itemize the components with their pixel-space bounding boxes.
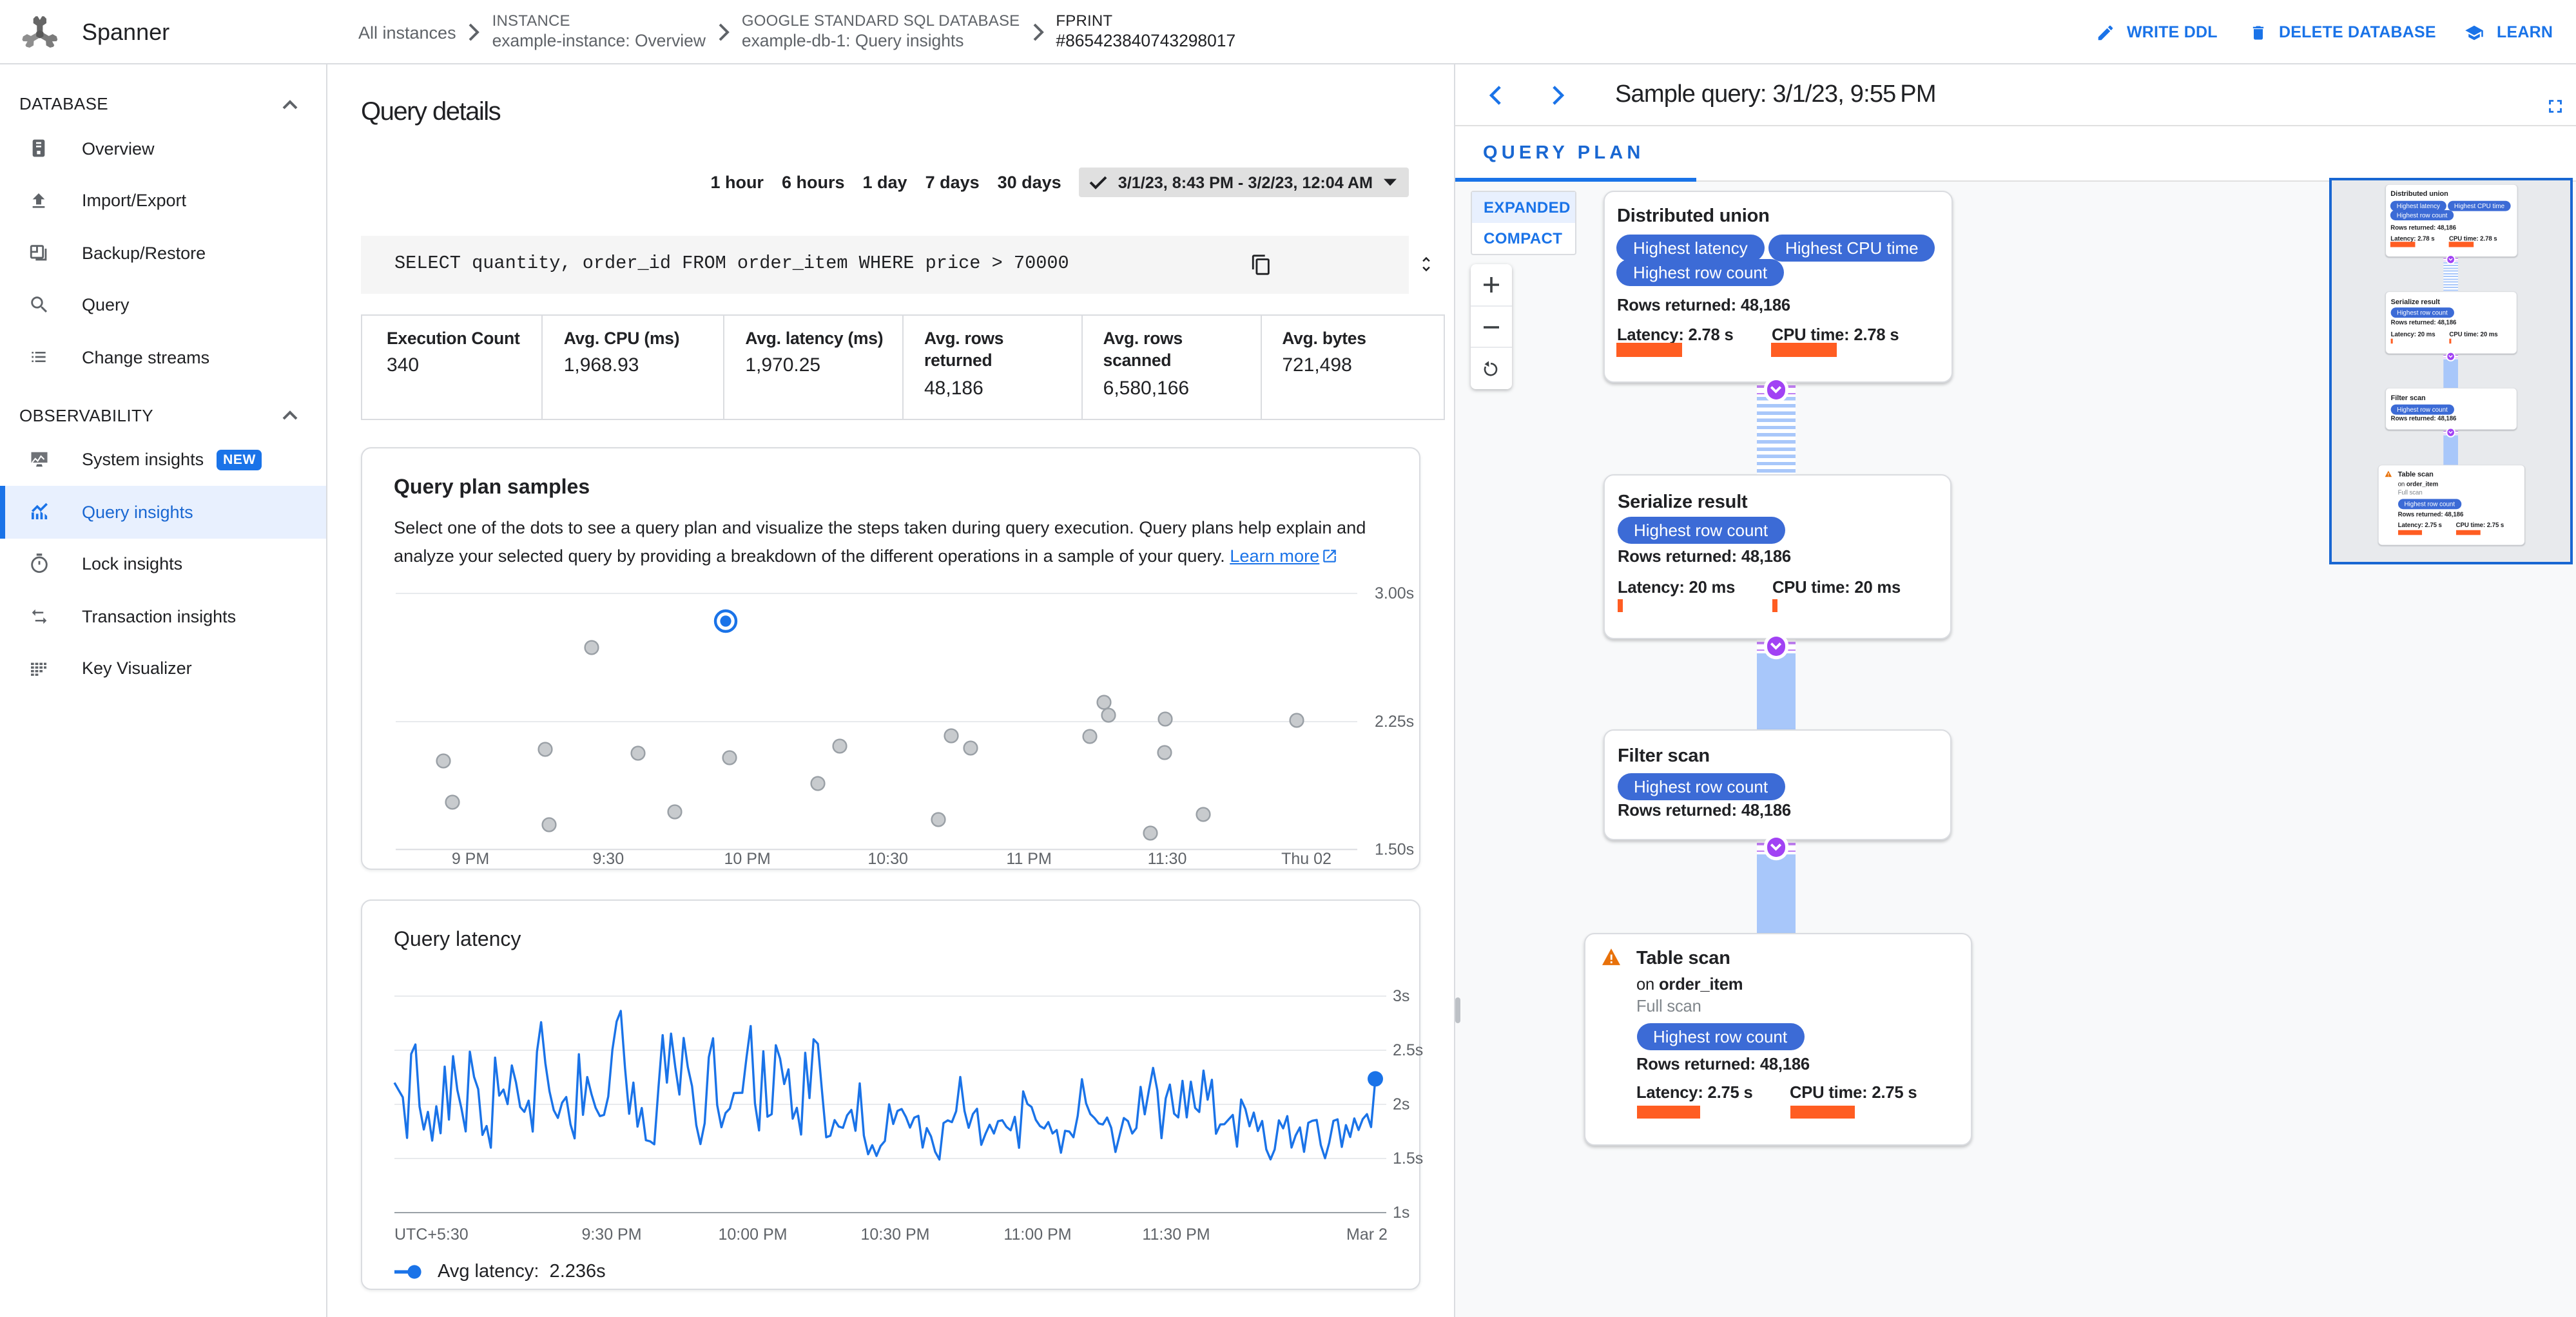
svg-text:1.5s: 1.5s [1393,1149,1423,1168]
svg-text:9 PM: 9 PM [452,849,489,867]
svg-text:11:00 PM: 11:00 PM [1003,1226,1071,1244]
svg-text:10:00 PM: 10:00 PM [718,1226,787,1244]
svg-text:1.50s: 1.50s [1375,840,1414,858]
svg-text:10:30 PM: 10:30 PM [860,1226,929,1244]
svg-text:UTC+5:30: UTC+5:30 [394,1226,469,1244]
svg-text:2.25s: 2.25s [1375,712,1414,730]
svg-text:3.00s: 3.00s [1375,584,1414,602]
svg-text:10 PM: 10 PM [724,849,770,867]
svg-text:2.5s: 2.5s [1393,1041,1423,1059]
svg-text:Mar 2: Mar 2 [1346,1226,1388,1244]
svg-text:1s: 1s [1393,1204,1409,1222]
svg-text:2s: 2s [1393,1095,1409,1113]
svg-text:9:30: 9:30 [592,849,624,867]
svg-text:10:30: 10:30 [867,849,908,867]
svg-text:Thu 02: Thu 02 [1281,849,1332,867]
svg-text:9:30 PM: 9:30 PM [581,1226,641,1244]
svg-text:3s: 3s [1393,987,1409,1005]
svg-text:11:30: 11:30 [1148,849,1187,867]
svg-text:11 PM: 11 PM [1006,849,1051,867]
svg-text:11:30 PM: 11:30 PM [1142,1226,1210,1244]
